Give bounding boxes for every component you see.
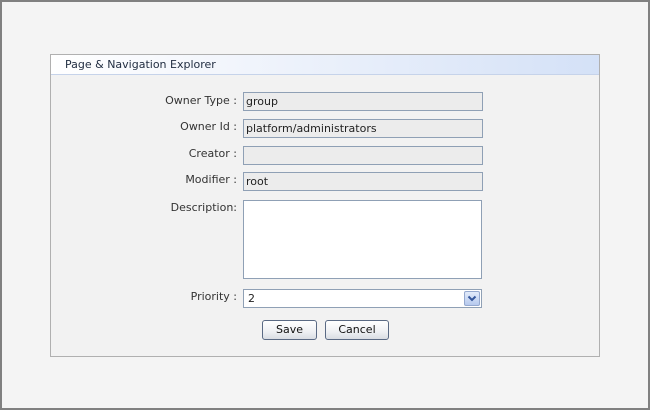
priority-select[interactable]: 2	[243, 289, 482, 308]
save-button[interactable]: Save	[262, 320, 317, 340]
description-textarea[interactable]	[243, 200, 482, 279]
chevron-down-icon-svg	[467, 295, 477, 302]
creator-field[interactable]	[243, 146, 483, 165]
description-label: Description:	[170, 201, 237, 214]
owner-type-field[interactable]: group	[243, 92, 483, 111]
owner-id-field[interactable]: platform/administrators	[243, 119, 483, 138]
chevron-down-icon[interactable]	[464, 291, 480, 306]
explorer-panel: Page & Navigation Explorer Owner Type : …	[50, 54, 600, 357]
priority-label: Priority :	[190, 290, 237, 303]
creator-label: Creator :	[188, 147, 237, 160]
modifier-label: Modifier :	[185, 173, 237, 186]
app-window: Page & Navigation Explorer Owner Type : …	[0, 0, 650, 410]
owner-id-label: Owner Id :	[180, 120, 237, 133]
panel-title: Page & Navigation Explorer	[51, 55, 599, 75]
modifier-field[interactable]: root	[243, 172, 483, 191]
cancel-button[interactable]: Cancel	[325, 320, 389, 340]
owner-type-label: Owner Type :	[165, 94, 237, 107]
priority-selected-value: 2	[248, 292, 255, 305]
